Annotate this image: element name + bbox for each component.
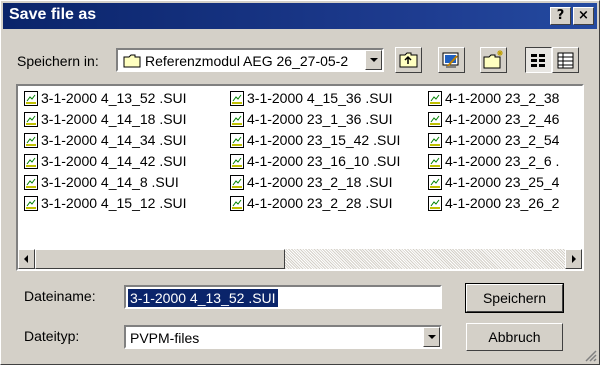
list-item[interactable]: 4-1-2000 23_25_4	[428, 173, 559, 194]
document-icon	[24, 133, 38, 148]
list-item[interactable]: 3-1-2000 4_15_36 .SUI	[230, 89, 400, 110]
document-icon	[24, 91, 38, 106]
list-item[interactable]: 3-1-2000 4_14_34 .SUI	[24, 131, 187, 152]
list-item[interactable]: 3-1-2000 4_14_18 .SUI	[24, 110, 187, 131]
list-item[interactable]: 4-1-2000 23_1_36 .SUI	[230, 110, 400, 131]
filetype-select[interactable]: PVPM-files	[124, 325, 442, 349]
up-folder-button[interactable]	[395, 47, 422, 73]
list-item[interactable]: 4-1-2000 23_16_10 .SUI	[230, 152, 400, 173]
file-name: 3-1-2000 4_14_34 .SUI	[41, 132, 187, 148]
filename-input[interactable]: 3-1-2000 4_13_52 .SUI	[124, 285, 442, 309]
document-icon	[230, 112, 244, 127]
file-name: 4-1-2000 23_25_4	[445, 174, 560, 190]
list-view-button[interactable]	[525, 47, 552, 73]
up-folder-icon	[399, 52, 418, 68]
location-value: Referenzmodul AEG 26_27-05-2	[145, 53, 349, 69]
scrollbar-thumb[interactable]	[35, 249, 285, 269]
cancel-button[interactable]: Abbruch	[466, 323, 563, 351]
document-icon	[24, 112, 38, 127]
document-icon	[230, 91, 244, 106]
file-name: 3-1-2000 4_14_42 .SUI	[41, 153, 187, 169]
document-icon	[230, 196, 244, 211]
list-item[interactable]: 4-1-2000 23_2_28 .SUI	[230, 194, 400, 215]
document-icon	[428, 175, 442, 190]
document-icon	[428, 112, 442, 127]
arrow-left-icon	[24, 255, 28, 263]
list-item[interactable]: 4-1-2000 23_2_46	[428, 110, 559, 131]
file-name: 3-1-2000 4_13_52 .SUI	[41, 90, 187, 106]
list-item[interactable]: 3-1-2000 4_15_12 .SUI	[24, 194, 187, 215]
filetype-label: Dateityp:	[24, 328, 80, 344]
new-folder-button[interactable]	[480, 47, 507, 73]
list-item[interactable]: 4-1-2000 23_26_2	[428, 194, 559, 215]
list-view-icon	[531, 54, 545, 67]
desktop-button[interactable]	[438, 47, 465, 73]
filetype-value: PVPM-files	[130, 330, 200, 346]
file-name: 3-1-2000 4_15_36 .SUI	[247, 90, 393, 106]
location-combobox[interactable]: Referenzmodul AEG 26_27-05-2	[116, 48, 384, 72]
filename-value: 3-1-2000 4_13_52 .SUI	[128, 289, 278, 307]
list-item[interactable]: 4-1-2000 23_2_54	[428, 131, 559, 152]
list-item[interactable]: 3-1-2000 4_14_42 .SUI	[24, 152, 187, 173]
file-name: 4-1-2000 23_26_2	[445, 195, 560, 211]
list-item[interactable]: 4-1-2000 23_2_18 .SUI	[230, 173, 400, 194]
file-name: 4-1-2000 23_2_28 .SUI	[247, 195, 393, 211]
title-bar[interactable]: Save file as ? ×	[3, 3, 597, 29]
filename-label: Dateiname:	[24, 288, 96, 304]
document-icon	[230, 133, 244, 148]
details-view-icon	[557, 52, 574, 69]
file-column-2: 3-1-2000 4_15_36 .SUI 4-1-2000 23_1_36 .…	[230, 89, 400, 215]
file-name: 4-1-2000 23_2_6 .	[445, 153, 560, 169]
document-icon	[230, 154, 244, 169]
new-folder-icon	[483, 50, 503, 69]
document-icon	[230, 175, 244, 190]
file-name: 3-1-2000 4_14_18 .SUI	[41, 111, 187, 127]
document-icon	[428, 133, 442, 148]
file-name: 4-1-2000 23_2_54	[445, 132, 560, 148]
file-column-1: 3-1-2000 4_13_52 .SUI 3-1-2000 4_14_18 .…	[24, 89, 187, 215]
help-button[interactable]: ?	[550, 7, 571, 25]
file-name: 4-1-2000 23_2_46	[445, 111, 560, 127]
save-button[interactable]: Speichern	[465, 283, 564, 313]
document-icon	[428, 91, 442, 106]
desktop-icon	[442, 52, 459, 68]
file-name: 3-1-2000 4_14_8 .SUI	[41, 174, 179, 190]
list-item[interactable]: 4-1-2000 23_2_6 .	[428, 152, 559, 173]
list-item[interactable]: 3-1-2000 4_14_8 .SUI	[24, 173, 187, 194]
document-icon	[24, 175, 38, 190]
location-label: Speichern in:	[17, 53, 99, 69]
scroll-right-button[interactable]	[565, 249, 582, 269]
list-item[interactable]: 4-1-2000 23_15_42 .SUI	[230, 131, 400, 152]
arrow-right-icon	[572, 255, 576, 263]
list-item[interactable]: 4-1-2000 23_2_38	[428, 89, 559, 110]
save-file-dialog: Save file as ? × Speichern in: Referenzm…	[0, 0, 600, 365]
file-name: 3-1-2000 4_15_12 .SUI	[41, 195, 187, 211]
file-name: 4-1-2000 23_16_10 .SUI	[247, 153, 401, 169]
folder-icon	[123, 54, 141, 68]
details-view-button[interactable]	[552, 47, 579, 73]
file-name: 4-1-2000 23_2_18 .SUI	[247, 174, 393, 190]
file-column-3: 4-1-2000 23_2_38 4-1-2000 23_2_46 4-1-20…	[428, 89, 559, 215]
horizontal-scrollbar[interactable]	[18, 249, 582, 269]
scroll-left-button[interactable]	[18, 249, 35, 269]
location-dropdown-button[interactable]	[365, 50, 382, 70]
list-item[interactable]: 3-1-2000 4_13_52 .SUI	[24, 89, 187, 110]
document-icon	[428, 154, 442, 169]
location-label-text: Speichern in:	[17, 53, 99, 69]
window-title: Save file as	[9, 6, 97, 23]
file-name: 4-1-2000 23_15_42 .SUI	[247, 132, 401, 148]
filetype-dropdown-button[interactable]	[423, 327, 440, 347]
document-icon	[24, 196, 38, 211]
resize-grip-icon[interactable]	[585, 350, 597, 362]
file-list[interactable]: 3-1-2000 4_13_52 .SUI 3-1-2000 4_14_18 .…	[16, 84, 584, 271]
file-name: 4-1-2000 23_2_38	[445, 90, 560, 106]
document-icon	[24, 154, 38, 169]
file-name: 4-1-2000 23_1_36 .SUI	[247, 111, 393, 127]
close-button[interactable]: ×	[573, 7, 594, 25]
document-icon	[428, 196, 442, 211]
